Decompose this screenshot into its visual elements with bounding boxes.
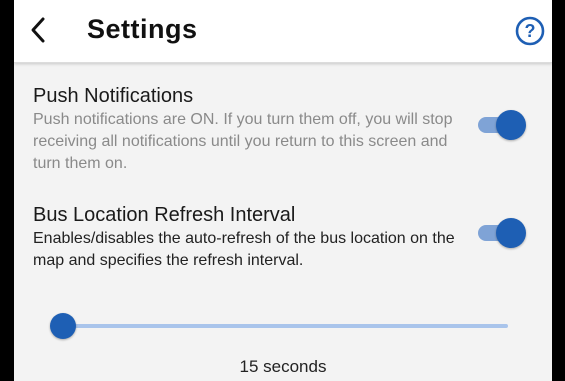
chevron-left-icon xyxy=(31,17,45,43)
refresh-interval-value: 15 seconds xyxy=(239,357,327,376)
push-notifications-toggle[interactable] xyxy=(478,110,526,140)
toggle-thumb xyxy=(496,110,526,140)
bus-refresh-toggle[interactable] xyxy=(478,218,526,248)
push-notifications-description: Push notifications are ON. If you turn t… xyxy=(33,111,453,172)
bus-refresh-title: Bus Location Refresh Interval xyxy=(33,204,296,226)
bus-refresh-description: Enables/disables the auto-refresh of the… xyxy=(33,230,455,269)
app-header: Settings ? xyxy=(14,0,552,63)
svg-text:?: ? xyxy=(525,21,536,41)
settings-screen: Settings ? Push Notifications Push notif… xyxy=(14,0,552,381)
refresh-interval-slider[interactable] xyxy=(50,312,508,340)
help-button[interactable]: ? xyxy=(515,16,545,46)
help-circle-icon: ? xyxy=(515,16,545,46)
back-button[interactable] xyxy=(22,13,54,47)
bus-refresh-setting: Bus Location Refresh Interval Enables/di… xyxy=(33,203,463,272)
toggle-thumb xyxy=(496,218,526,248)
push-notifications-title: Push Notifications xyxy=(33,85,194,107)
page-title: Settings xyxy=(87,14,198,44)
push-notifications-setting: Push Notifications Push notifications ar… xyxy=(33,84,463,175)
slider-knob[interactable] xyxy=(50,313,76,339)
slider-rail xyxy=(60,324,508,328)
